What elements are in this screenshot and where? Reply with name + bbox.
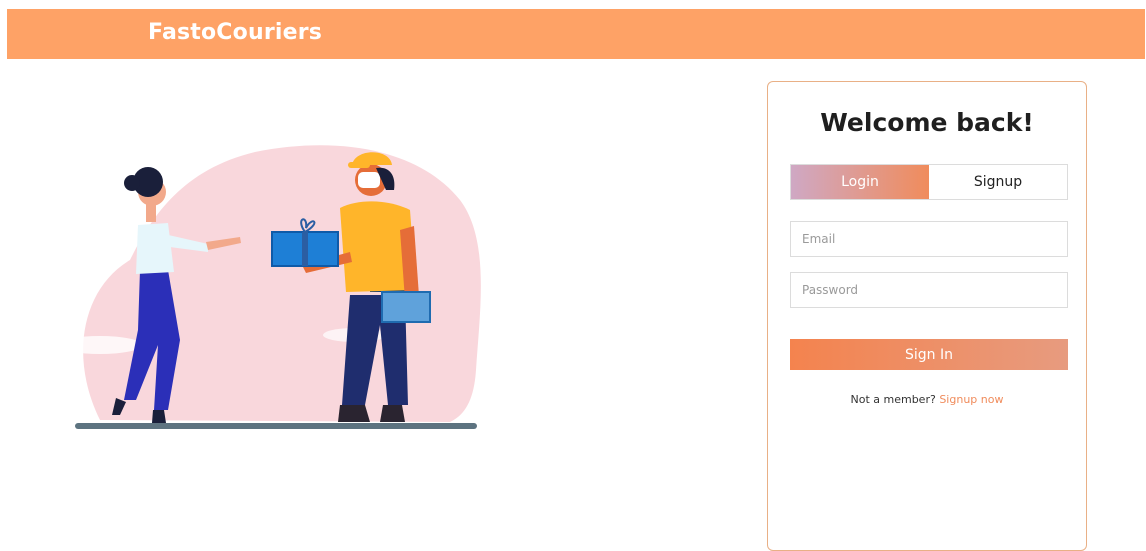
brand-logo-text[interactable]: FastoCouriers xyxy=(148,20,322,45)
email-field[interactable] xyxy=(790,221,1068,257)
signup-now-link[interactable]: Signup now xyxy=(939,393,1003,406)
login-card: Welcome back! Login Signup Sign In Not a… xyxy=(767,81,1087,551)
tab-login[interactable]: Login xyxy=(791,165,929,199)
top-navbar: FastoCouriers xyxy=(7,9,1145,59)
delivery-illustration xyxy=(58,145,481,429)
password-field[interactable] xyxy=(790,272,1068,308)
signup-prompt: Not a member? Signup now xyxy=(768,393,1086,406)
sign-in-button[interactable]: Sign In xyxy=(790,339,1068,370)
cloud-shape xyxy=(58,336,142,354)
tab-signup[interactable]: Signup xyxy=(929,165,1067,199)
signup-prompt-text: Not a member? xyxy=(850,393,936,406)
welcome-heading: Welcome back! xyxy=(820,108,1034,137)
auth-tab-group: Login Signup xyxy=(790,164,1068,200)
ground-line xyxy=(75,423,477,429)
